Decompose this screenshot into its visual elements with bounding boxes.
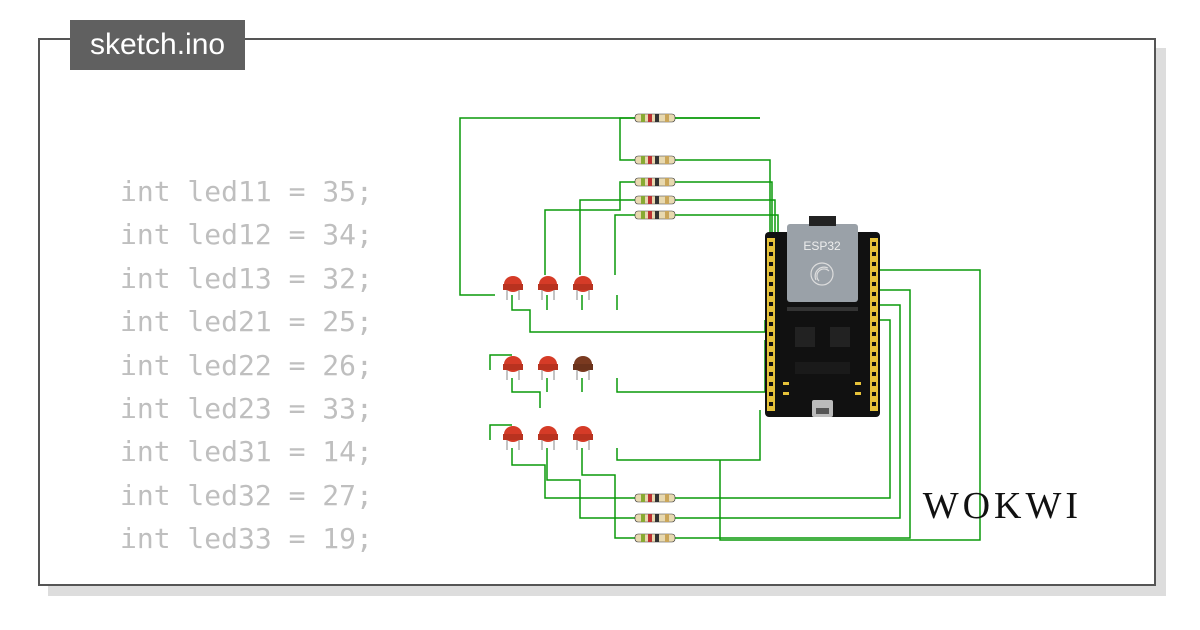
wokwi-logo: WOKWI xyxy=(923,484,1082,528)
filename-tab[interactable]: sketch.ino xyxy=(70,20,245,70)
code-line: int led32 = 27; xyxy=(120,474,373,517)
code-line: int led21 = 25; xyxy=(120,300,373,343)
resistor-icon xyxy=(635,494,675,542)
led-icon xyxy=(503,276,593,450)
card: int led11 = 35; int led12 = 34; int led1… xyxy=(38,38,1156,586)
code-line: int led12 = 34; xyxy=(120,213,373,256)
code-line: int led33 = 19; xyxy=(120,517,373,560)
code-line: int led22 = 26; xyxy=(120,344,373,387)
code-line: int led13 = 32; xyxy=(120,257,373,300)
code-line: int led23 = 33; xyxy=(120,387,373,430)
filename-label: sketch.ino xyxy=(90,28,225,61)
resistor-icon xyxy=(635,114,675,219)
code-block: int led11 = 35; int led12 = 34; int led1… xyxy=(120,170,373,561)
esp32-board-icon: ESP32 xyxy=(765,216,880,417)
code-line: int led31 = 14; xyxy=(120,430,373,473)
board-label: ESP32 xyxy=(803,239,841,253)
code-line: int led11 = 35; xyxy=(120,170,373,213)
